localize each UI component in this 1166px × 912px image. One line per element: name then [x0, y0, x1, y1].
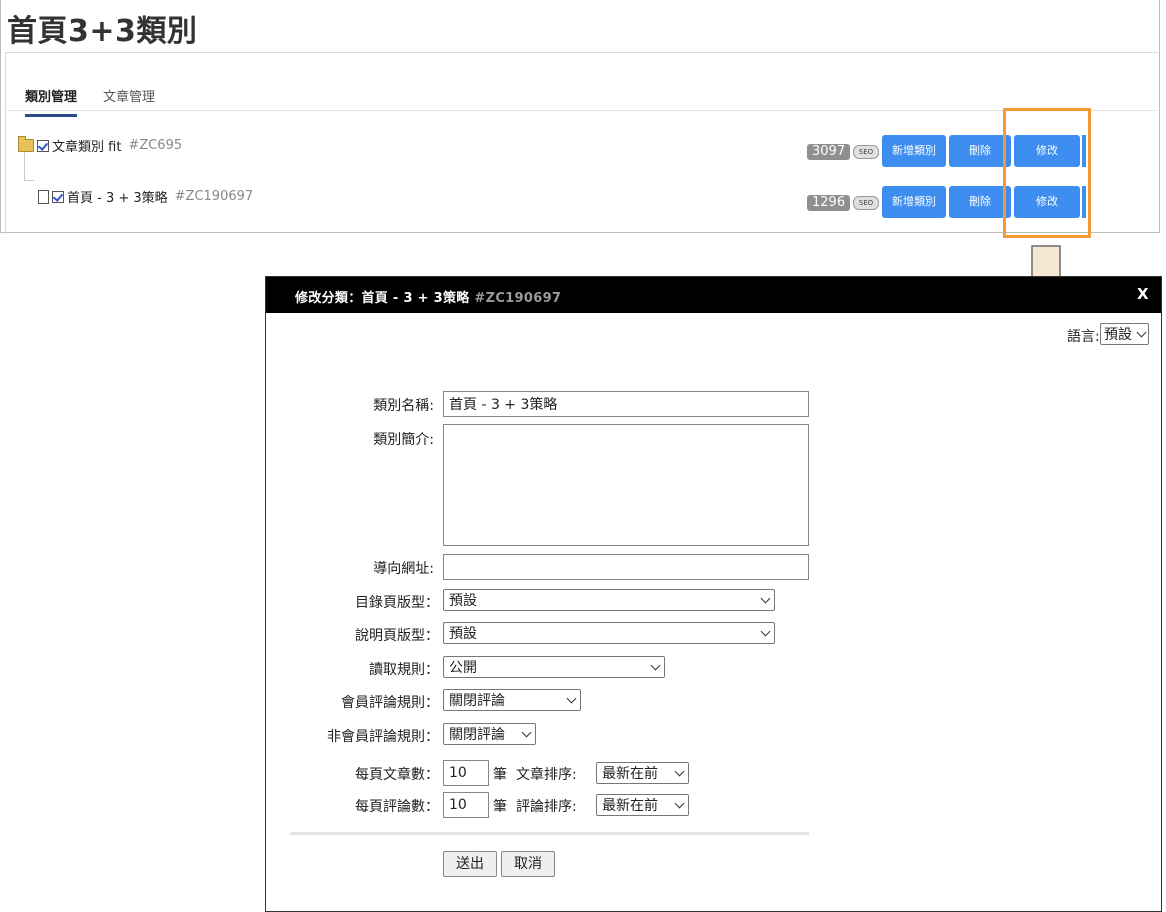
tab-article-management[interactable]: 文章管理 [103, 86, 155, 105]
article-sort-value: 最新在前 [602, 766, 658, 782]
language-select-value: 預設 [1104, 327, 1132, 343]
read-rule-value: 公開 [449, 660, 477, 676]
chevron-down-icon [674, 766, 685, 776]
seo-icon[interactable]: SEO [853, 196, 879, 210]
page-title: 首頁3+3類別 [7, 14, 198, 49]
articles-per-page-input[interactable]: 10 [443, 760, 489, 786]
language-select[interactable]: 預設 [1100, 323, 1149, 345]
dialog-title: 修改分類：首頁 - 3 + 3策略 #ZC190697 [295, 287, 561, 306]
edit-button-highlight [1003, 108, 1091, 238]
guest-comment-rule-select[interactable]: 關閉評論 [443, 723, 536, 745]
catalog-layout-select[interactable]: 預設 [443, 589, 775, 611]
tree-connector [24, 180, 34, 181]
cancel-button[interactable]: 取消 [501, 851, 555, 877]
chevron-down-icon [1136, 327, 1147, 337]
tree-row-child: 首頁 - 3 + 3策略 #ZC190697 [38, 187, 253, 206]
unit-label: 筆 [493, 767, 507, 783]
delete-button[interactable]: 刪除 [949, 186, 1011, 218]
add-category-button[interactable]: 新增類別 [882, 186, 946, 218]
redirect-url-input[interactable] [443, 554, 809, 580]
guest-comment-rule-value: 關閉評論 [449, 727, 505, 743]
description-layout-select[interactable]: 預設 [443, 622, 775, 644]
article-count-badge: 1296 [807, 195, 851, 211]
article-sort-select[interactable]: 最新在前 [596, 762, 689, 784]
chevron-down-icon [760, 626, 771, 636]
form-divider [290, 832, 809, 835]
checkbox-checked-icon[interactable] [52, 190, 64, 203]
edit-category-dialog: 修改分類：首頁 - 3 + 3策略 #ZC190697 X 語言: 預設 類別名… [265, 276, 1162, 912]
chevron-down-icon [674, 798, 685, 808]
description-layout-label: 說明頁版型： [355, 628, 439, 644]
delete-button[interactable]: 刪除 [949, 135, 1011, 167]
category-intro-label: 類別簡介: [373, 432, 434, 448]
member-comment-rule-value: 關閉評論 [449, 693, 505, 709]
language-label: 語言: [1067, 329, 1100, 345]
category-code: #ZC190697 [174, 189, 254, 204]
redirect-url-label: 導向網址: [373, 561, 434, 577]
category-name-input[interactable]: 首頁 - 3 + 3策略 [443, 391, 809, 417]
tab-bar: 類別管理 文章管理 [7, 72, 1157, 117]
category-name-label: 類別名稱: [373, 398, 434, 414]
comment-sort-select[interactable]: 最新在前 [596, 794, 689, 816]
tree-row-parent: 文章類別 fit #ZC695 [18, 136, 182, 155]
article-count-badge: 3097 [807, 144, 851, 160]
category-name[interactable]: 文章類別 fit [52, 136, 121, 155]
chevron-down-icon [650, 660, 661, 670]
submit-button[interactable]: 送出 [443, 851, 497, 877]
unit-label: 筆 [493, 799, 507, 815]
chevron-down-icon [566, 693, 577, 703]
catalog-layout-label: 目錄頁版型： [355, 595, 439, 611]
document-icon [38, 189, 49, 204]
member-comment-rule-label: 會員評論規則： [341, 695, 439, 711]
category-intro-textarea[interactable] [443, 424, 809, 546]
tab-category-management[interactable]: 類別管理 [25, 86, 78, 117]
guest-comment-rule-label: 非會員評論規則： [327, 729, 439, 745]
articles-per-page-label: 每頁文章數： [355, 767, 439, 783]
comment-sort-label: 評論排序: [516, 799, 577, 815]
comment-sort-value: 最新在前 [602, 798, 658, 814]
checkbox-checked-icon[interactable] [37, 139, 49, 152]
catalog-layout-value: 預設 [449, 593, 477, 609]
read-rule-select[interactable]: 公開 [443, 656, 665, 678]
comments-per-page-input[interactable]: 10 [443, 792, 489, 818]
category-name[interactable]: 首頁 - 3 + 3策略 [67, 187, 168, 206]
description-layout-value: 預設 [449, 626, 477, 642]
dialog-title-code: #ZC190697 [474, 291, 562, 306]
member-comment-rule-select[interactable]: 關閉評論 [443, 689, 581, 711]
category-code: #ZC695 [128, 138, 183, 153]
read-rule-label: 讀取規則： [369, 662, 439, 678]
folder-open-icon[interactable] [18, 136, 34, 152]
add-category-button[interactable]: 新增類別 [882, 135, 946, 167]
category-management-panel: 首頁3+3類別 類別管理 文章管理 文章類別 fit #ZC695 3097 S… [0, 0, 1160, 235]
article-sort-label: 文章排序: [516, 767, 577, 783]
comments-per-page-label: 每頁評論數： [355, 799, 439, 815]
tree-connector [24, 152, 25, 180]
seo-icon[interactable]: SEO [853, 145, 879, 159]
chevron-down-icon [760, 593, 771, 603]
close-button[interactable]: X [1137, 285, 1149, 303]
dialog-title-text: 修改分類：首頁 - 3 + 3策略 [295, 291, 470, 306]
chevron-down-icon [521, 727, 532, 737]
dialog-header: 修改分類：首頁 - 3 + 3策略 #ZC190697 X [266, 277, 1161, 313]
